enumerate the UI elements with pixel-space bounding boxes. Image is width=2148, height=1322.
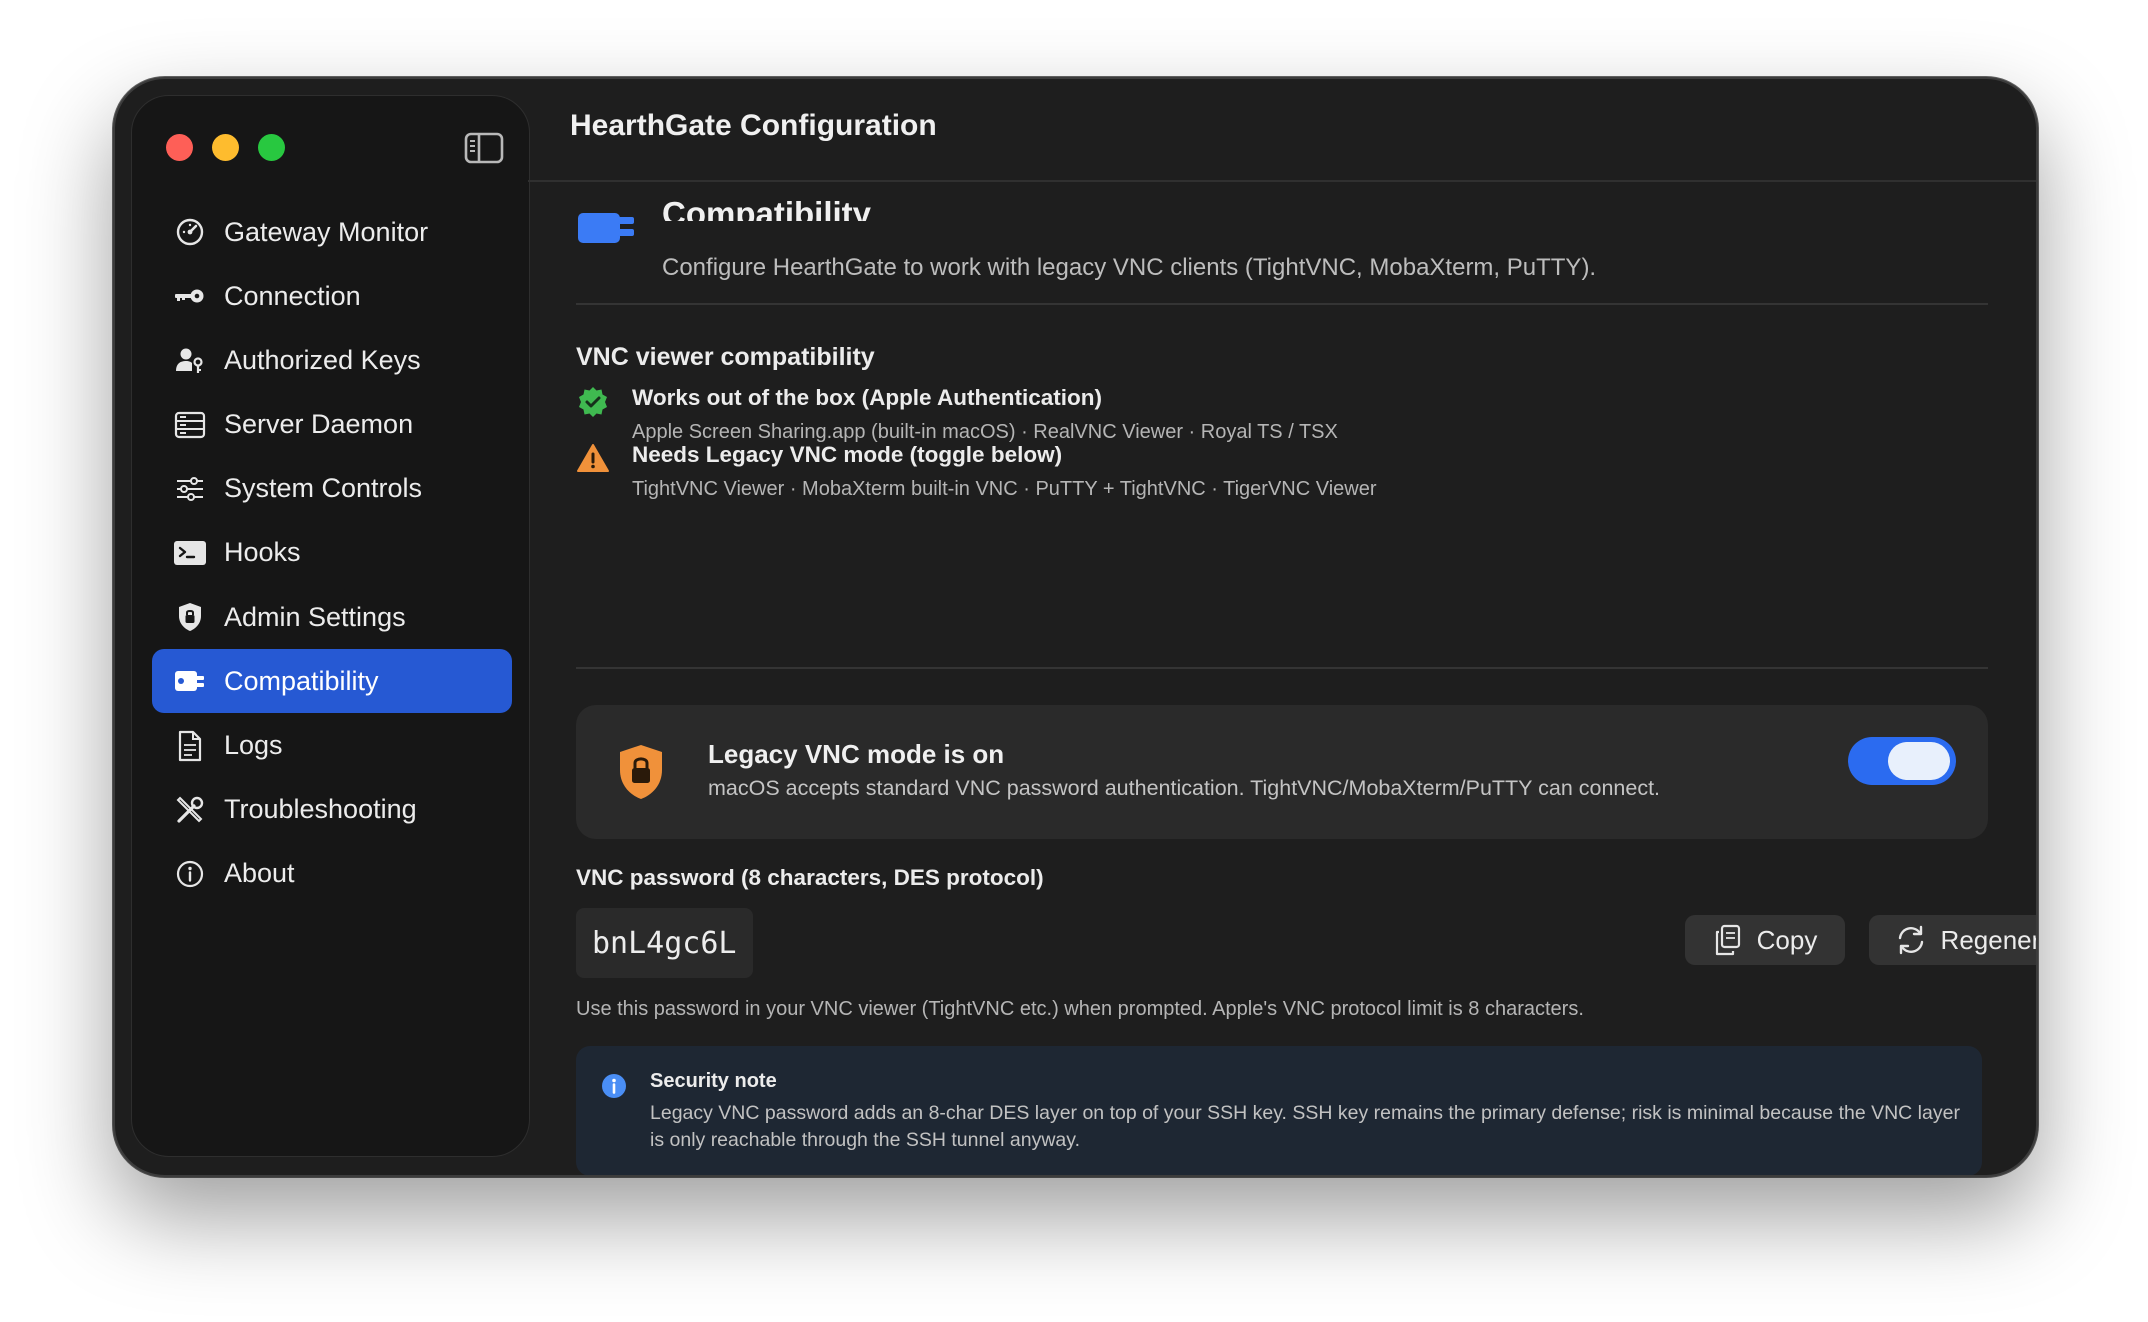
sidebar-item-label: Hooks [224, 537, 301, 568]
sidebar-item-label: About [224, 858, 295, 889]
sidebar-item-authorized-keys[interactable]: Authorized Keys [152, 328, 512, 392]
window-title: HearthGate Configuration [570, 109, 937, 142]
sidebar-item-system-controls[interactable]: System Controls [152, 457, 512, 521]
gauge-icon [172, 214, 208, 250]
server-rack-icon [172, 407, 208, 443]
sidebar-item-label: System Controls [224, 473, 423, 504]
sidebar-item-admin-settings[interactable]: Admin Settings [152, 585, 512, 649]
copy-doc-icon [1713, 924, 1743, 956]
sidebar-item-label: Authorized Keys [224, 344, 421, 375]
page-title: Compatibility [662, 197, 872, 221]
compat-ok-heading: Works out of the box (Apple Authenticati… [632, 385, 1102, 410]
page-subtitle: Configure HearthGate to work with legacy… [662, 254, 1597, 281]
checkmark-seal-icon [576, 385, 610, 419]
sidebar-item-label: Server Daemon [224, 409, 414, 440]
regenerate-button[interactable]: Regenerate [1869, 915, 2036, 965]
sidebar-item-label: Connection [224, 280, 361, 311]
section-title-compat: VNC viewer compatibility [576, 343, 875, 371]
divider [576, 667, 1988, 669]
compat-ok-clients: Apple Screen Sharing.app (built-in macOS… [632, 421, 1338, 443]
vnc-password-label: VNC password (8 characters, DES protocol… [576, 865, 1044, 890]
copy-button-label: Copy [1756, 924, 1818, 955]
terminal-icon [172, 535, 208, 571]
legacy-vnc-toggle[interactable] [1848, 737, 1956, 785]
sidebar-toggle-icon[interactable] [464, 132, 504, 164]
compat-warn-clients: TightVNC Viewer · MobaXterm built-in VNC… [632, 478, 1377, 500]
puzzle-plug-icon [576, 209, 636, 252]
person-key-icon [172, 342, 208, 378]
sidebar: Gateway Monitor Connection Authorized Ke… [131, 95, 530, 1157]
security-note-body: Legacy VNC password adds an 8-char DES l… [650, 1102, 1960, 1151]
sidebar-item-troubleshooting[interactable]: Troubleshooting [152, 778, 512, 842]
sidebar-item-server-daemon[interactable]: Server Daemon [152, 393, 512, 457]
sidebar-item-logs[interactable]: Logs [152, 714, 512, 778]
close-window-button[interactable] [166, 134, 193, 161]
app-window: Gateway Monitor Connection Authorized Ke… [113, 77, 2038, 1177]
sidebar-item-label: Admin Settings [224, 601, 406, 632]
content-scroll-area[interactable]: Compatibility Configure HearthGate to wo… [528, 181, 2036, 1175]
main-area: HearthGate Configuration Compatibility C… [528, 79, 2036, 1175]
shield-lock-icon [616, 743, 666, 806]
sidebar-item-label: Compatibility [224, 665, 379, 696]
sidebar-nav: Gateway Monitor Connection Authorized Ke… [152, 200, 512, 906]
security-note-heading: Security note [650, 1070, 777, 1092]
vnc-password-help: Use this password in your VNC viewer (Ti… [576, 998, 1584, 1020]
zoom-window-button[interactable] [258, 134, 285, 161]
puzzle-plug-icon [172, 663, 208, 699]
copy-button[interactable]: Copy [1685, 915, 1845, 965]
info-circle-icon [600, 1072, 628, 1105]
vnc-password-field[interactable]: bnL4gc6L [576, 908, 753, 978]
sidebar-item-label: Logs [224, 730, 283, 760]
toggle-knob [1888, 742, 1950, 780]
titlebar: HearthGate Configuration [528, 79, 2036, 182]
shield-lock-icon [172, 599, 208, 635]
sidebar-item-label: Gateway Monitor [224, 216, 429, 247]
sidebar-item-hooks[interactable]: Hooks [152, 521, 512, 585]
security-note-card: Security note Legacy VNC password adds a… [576, 1046, 1982, 1175]
regenerate-button-label: Regenerate [1940, 924, 2036, 955]
sidebar-item-about[interactable]: About [152, 842, 512, 906]
key-icon [172, 278, 208, 314]
sidebar-item-gateway-monitor[interactable]: Gateway Monitor [152, 200, 512, 264]
sidebar-item-connection[interactable]: Connection [152, 264, 512, 328]
sidebar-item-label: Troubleshooting [224, 794, 417, 825]
sliders-icon [172, 471, 208, 507]
legacy-vnc-card: Legacy VNC mode is on macOS accepts stan… [576, 705, 1988, 839]
warning-triangle-icon [576, 442, 610, 476]
divider [576, 303, 1988, 305]
wrench-screwdriver-icon [172, 792, 208, 828]
minimize-window-button[interactable] [212, 134, 239, 161]
refresh-icon [1895, 924, 1927, 956]
compat-warn-heading: Needs Legacy VNC mode (toggle below) [632, 442, 1063, 467]
sidebar-item-compatibility[interactable]: Compatibility [152, 649, 512, 714]
legacy-vnc-description: macOS accepts standard VNC password auth… [708, 776, 1661, 800]
document-icon [172, 728, 208, 764]
info-circle-icon [172, 856, 208, 892]
legacy-vnc-heading: Legacy VNC mode is on [708, 739, 1005, 769]
